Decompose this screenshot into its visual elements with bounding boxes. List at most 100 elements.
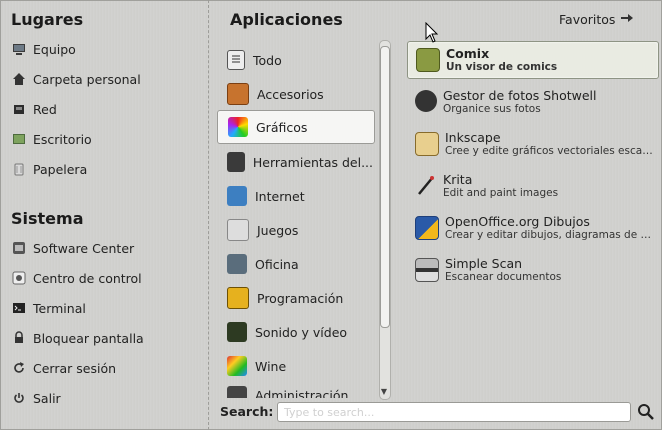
category-label: Gráficos (256, 119, 308, 135)
category-todo[interactable]: Todo (217, 44, 373, 76)
places-title: Lugares (11, 10, 84, 29)
search-icon[interactable] (637, 403, 655, 421)
software-center-icon (12, 241, 26, 255)
category-oficina[interactable]: Oficina (217, 248, 373, 280)
computer-icon (12, 42, 26, 56)
category-herramientas[interactable]: Herramientas del... (217, 146, 373, 178)
terminal-icon (12, 301, 26, 315)
app-name: Simple Scan (445, 256, 523, 271)
search-label: Search: (220, 404, 274, 419)
app-name: OpenOffice.org Dibujos (445, 214, 590, 229)
comix-icon (416, 48, 440, 72)
home-icon (12, 72, 26, 86)
category-graficos[interactable]: Gráficos (217, 110, 375, 144)
scanner-icon (415, 258, 439, 282)
app-name: Comix (446, 46, 490, 61)
system-item-salir[interactable]: Salir (12, 385, 202, 411)
search-input[interactable] (277, 402, 631, 422)
openoffice-draw-icon (415, 216, 439, 240)
scrollbar-thumb[interactable] (380, 46, 390, 328)
administration-icon (227, 386, 247, 398)
graphics-icon (228, 117, 248, 137)
system-title: Sistema (11, 209, 84, 228)
office-icon (227, 254, 247, 274)
places-item-escritorio[interactable]: Escritorio (12, 126, 202, 152)
programming-icon (227, 287, 249, 309)
system-item-software-center[interactable]: Software Center (12, 235, 202, 261)
category-accesorios[interactable]: Accesorios (217, 78, 373, 110)
scroll-down-arrow-icon[interactable]: ▼ (379, 387, 389, 396)
system-item-label: Cerrar sesión (33, 360, 117, 376)
krita-icon (415, 174, 437, 196)
category-label: Programación (257, 290, 344, 306)
category-sonido-video[interactable]: Sonido y vídeo (217, 316, 373, 348)
column-divider (208, 0, 210, 430)
places-item-red[interactable]: Red (12, 96, 202, 122)
app-krita[interactable]: Krita Edit and paint images (407, 168, 657, 206)
app-description: Edit and paint images (443, 187, 559, 199)
system-item-centro-de-control[interactable]: Centro de control (12, 265, 202, 291)
places-item-label: Carpeta personal (33, 71, 141, 87)
category-label: Wine (255, 358, 287, 374)
applications-title: Aplicaciones (230, 10, 343, 29)
power-icon (12, 391, 26, 405)
app-simple-scan[interactable]: Simple Scan Escanear documentos (407, 252, 657, 290)
app-description: Un visor de comics (446, 61, 558, 73)
places-item-label: Red (33, 101, 57, 117)
arrow-right-icon (621, 12, 634, 27)
category-wine[interactable]: Wine (217, 350, 373, 382)
system-item-terminal[interactable]: Terminal (12, 295, 202, 321)
accessories-icon (227, 83, 249, 105)
mouse-cursor-icon (425, 21, 439, 44)
category-label: Administración (255, 388, 349, 398)
wine-icon (227, 356, 247, 376)
favorites-label: Favoritos (559, 12, 616, 27)
places-item-papelera[interactable]: Papelera (12, 156, 202, 182)
control-center-icon (12, 271, 26, 285)
logout-icon (12, 361, 26, 375)
system-item-label: Centro de control (33, 270, 142, 286)
category-internet[interactable]: Internet (217, 180, 373, 212)
system-item-label: Terminal (33, 300, 86, 316)
system-tools-icon (227, 152, 245, 172)
places-item-equipo[interactable]: Equipo (12, 36, 202, 62)
category-programacion[interactable]: Programación (217, 282, 373, 314)
inkscape-icon (415, 132, 439, 156)
category-label: Internet (255, 188, 305, 204)
categories-scrollbar[interactable]: ▼ (377, 40, 391, 400)
system-item-label: Salir (33, 390, 61, 406)
app-name: Inkscape (445, 130, 501, 145)
games-icon (227, 219, 249, 241)
app-name: Krita (443, 172, 473, 187)
app-description: Crear y editar dibujos, diagramas de flu… (445, 229, 655, 241)
network-icon (12, 102, 26, 116)
places-item-label: Escritorio (33, 131, 92, 147)
category-juegos[interactable]: Juegos (217, 214, 373, 246)
system-item-bloquear-pantalla[interactable]: Bloquear pantalla (12, 325, 202, 351)
sound-video-icon (227, 322, 247, 342)
app-description: Cree y edite gráficos vectoriales escala… (445, 145, 655, 157)
system-item-label: Bloquear pantalla (33, 330, 144, 346)
all-apps-icon (227, 50, 245, 70)
favorites-button[interactable]: Favoritos (559, 12, 634, 27)
app-comix[interactable]: Comix Un visor de comics (407, 41, 659, 79)
internet-icon (227, 186, 247, 206)
shotwell-icon (415, 90, 437, 112)
places-system-panel: Lugares Equipo Carpeta personal Red Escr… (0, 0, 208, 430)
places-item-carpeta-personal[interactable]: Carpeta personal (12, 66, 202, 92)
app-description: Organice sus fotos (443, 103, 541, 115)
system-item-label: Software Center (33, 240, 135, 256)
app-openoffice-draw[interactable]: OpenOffice.org Dibujos Crear y editar di… (407, 210, 657, 248)
app-name: Gestor de fotos Shotwell (443, 88, 597, 103)
desktop-icon (12, 132, 26, 146)
lock-icon (12, 331, 26, 345)
category-label: Accesorios (257, 86, 324, 102)
app-inkscape[interactable]: Inkscape Cree y edite gráficos vectorial… (407, 126, 657, 164)
app-shotwell[interactable]: Gestor de fotos Shotwell Organice sus fo… (407, 84, 657, 122)
category-administracion[interactable]: Administración (217, 384, 373, 398)
system-item-cerrar-sesion[interactable]: Cerrar sesión (12, 355, 202, 381)
category-label: Sonido y vídeo (255, 324, 348, 340)
category-label: Herramientas del... (252, 154, 373, 170)
category-label: Oficina (255, 256, 299, 272)
category-label: Juegos (257, 222, 299, 238)
